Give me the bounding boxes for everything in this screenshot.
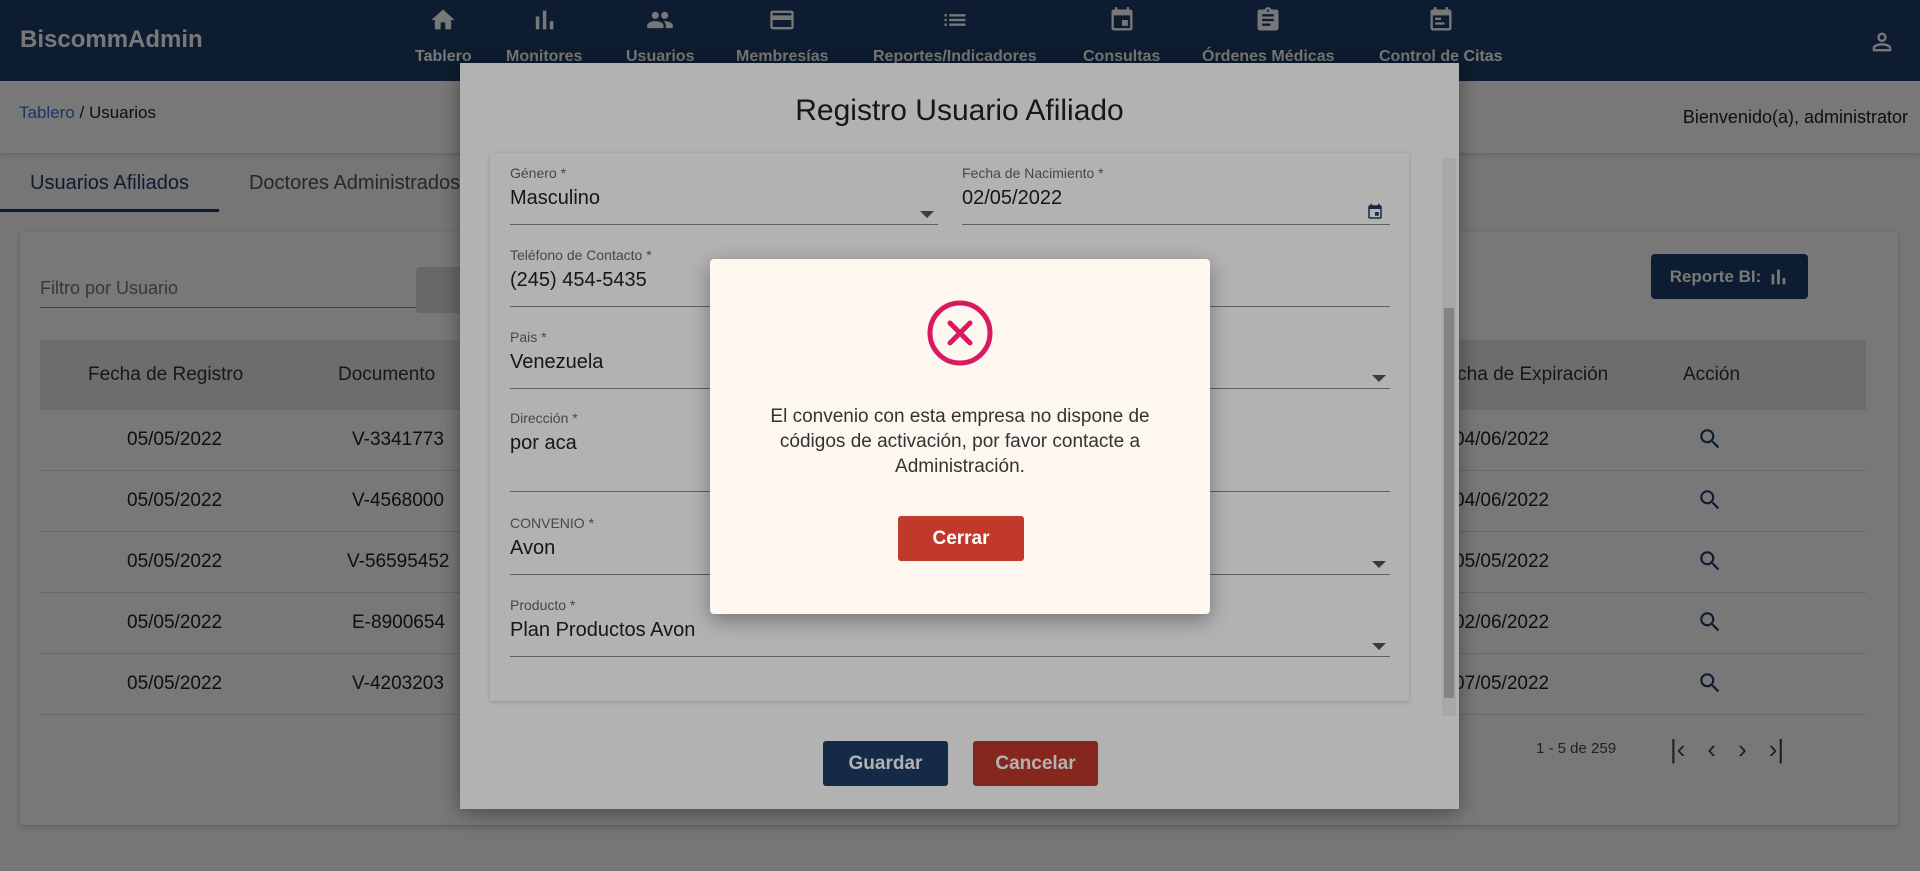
close-button[interactable]: Cerrar	[898, 516, 1024, 561]
alert-message: El convenio con esta empresa no dispone …	[770, 406, 1150, 477]
error-alert: El convenio con esta empresa no dispone …	[710, 259, 1210, 614]
error-icon	[927, 300, 993, 366]
